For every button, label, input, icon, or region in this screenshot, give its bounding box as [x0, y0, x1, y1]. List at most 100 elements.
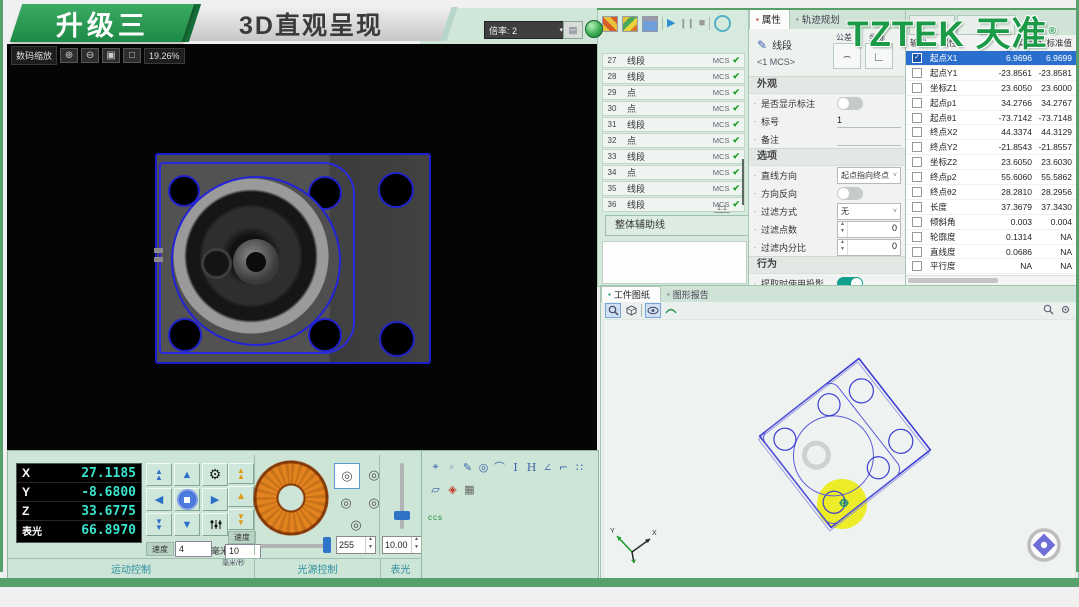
overall-auxiliary-line-button[interactable]: 整体辅助线 — [605, 215, 752, 236]
z-up-fast-button[interactable]: ▲▲ — [228, 463, 254, 484]
angle-tool-icon[interactable]: ∠ — [540, 459, 555, 475]
speed-input[interactable]: 4 — [175, 541, 212, 557]
result-row[interactable]: 终点X244.337444.3129 — [906, 125, 1078, 140]
result-row[interactable]: 终点θ228.281028.2956 — [906, 185, 1078, 200]
property-spinner[interactable]: ▲▼0 — [837, 221, 901, 238]
show-profile-icon[interactable] — [664, 304, 678, 317]
region-zoom-icon[interactable]: ▣ — [102, 48, 120, 63]
step-row[interactable]: 31线段MCS✔ — [602, 117, 745, 132]
tab-graphic-report[interactable]: ▪ 图形报告 — [661, 286, 719, 302]
jog-up-button[interactable]: ▲ — [174, 463, 200, 486]
cad-zoom-icon[interactable] — [1041, 303, 1055, 316]
open-program-icon[interactable] — [602, 16, 618, 32]
spin-down-icon[interactable]: ▼ — [366, 545, 375, 553]
property-select[interactable]: 无˅ — [837, 203, 901, 220]
coordinate-button[interactable]: ∟ — [865, 43, 893, 69]
magnification-select[interactable]: 倍率: 2 ▾ — [484, 21, 568, 39]
spin-down-icon[interactable]: ▼ — [412, 545, 421, 553]
light-intensity-slider[interactable] — [260, 544, 330, 548]
arc-tool-icon[interactable]: ⌒ — [492, 459, 507, 475]
result-row[interactable]: 终点p255.606055.5862 — [906, 170, 1078, 185]
results-tab[interactable] — [909, 15, 955, 35]
result-row[interactable]: 起点p134.276634.2767 — [906, 96, 1078, 111]
result-row[interactable]: 轮廓度0.1314NA — [906, 230, 1078, 245]
result-row[interactable]: 平行度NANA — [906, 259, 1078, 274]
tab-properties[interactable]: ▪ 属性 — [749, 8, 790, 29]
output-checkbox[interactable]: ✓ — [912, 53, 922, 63]
light-slider-handle[interactable] — [323, 537, 331, 553]
settings-gear-button[interactable]: ⚙ — [202, 463, 228, 486]
scrollbar-thumb[interactable] — [742, 159, 744, 205]
output-checkbox[interactable] — [912, 98, 922, 108]
csys-tool-icon[interactable]: ⌖ — [428, 459, 443, 475]
camera-status-orb-icon[interactable] — [585, 20, 603, 38]
edit-program-icon[interactable] — [622, 16, 638, 32]
point-tool-icon[interactable]: ◦ — [444, 459, 459, 475]
run-icon[interactable]: ▶ — [667, 18, 675, 29]
property-select[interactable]: 起点指向终点˅ — [837, 167, 901, 184]
height-measure-tool-icon[interactable]: I — [508, 459, 523, 475]
ring-light-zone-icon[interactable]: ◎ — [362, 463, 386, 487]
line-tool-icon[interactable]: ✎ — [460, 459, 475, 475]
output-checkbox[interactable] — [912, 217, 922, 227]
toggle-switch[interactable] — [837, 187, 863, 200]
output-checkbox[interactable] — [912, 247, 922, 257]
output-checkbox[interactable] — [912, 142, 922, 152]
spin-down-icon[interactable]: ▼ — [838, 229, 847, 237]
width-measure-tool-icon[interactable]: H — [524, 459, 539, 475]
step-row[interactable]: 33线段MCS✔ — [602, 149, 745, 164]
ring-light-diagram[interactable] — [252, 459, 330, 537]
z-up-button[interactable]: ▲ — [228, 486, 254, 507]
loop-icon[interactable] — [714, 15, 731, 32]
horizontal-scrollbar[interactable] — [906, 275, 1078, 285]
cad-settings-icon[interactable] — [1058, 303, 1072, 316]
surface-light-slider-handle[interactable] — [394, 511, 410, 520]
z-down-fast-button[interactable]: ▼▼ — [228, 509, 254, 530]
pause-icon[interactable]: ❙❙ — [679, 19, 694, 28]
tab-workpiece-drawing[interactable]: ▪ 工件图纸 — [601, 286, 661, 302]
step-row[interactable]: 27线段MCS✔ — [602, 53, 745, 68]
ring-light-zone-icon[interactable]: ◎ — [362, 491, 386, 515]
ring-light-zone-icon[interactable]: ◎ — [334, 463, 360, 489]
result-row[interactable]: 坐标Z223.605023.6030 — [906, 155, 1078, 170]
property-input[interactable]: 1 — [837, 114, 901, 128]
zoom-fit-icon[interactable] — [605, 303, 621, 318]
calculator-tool-icon[interactable]: ▦ — [462, 481, 477, 497]
jog-right-button[interactable]: ▶ — [202, 488, 228, 511]
result-row[interactable]: 起点Y1-23.8561-23.8581 — [906, 66, 1078, 81]
result-row[interactable]: 倾斜角0.0030.004 — [906, 215, 1078, 230]
column-header[interactable]: 输出 — [906, 37, 938, 49]
output-checkbox[interactable] — [912, 68, 922, 78]
surface-light-value[interactable]: 10.00 — [383, 537, 411, 553]
property-input[interactable] — [837, 132, 901, 146]
scrollbar-thumb[interactable] — [908, 278, 998, 283]
column-header[interactable]: 标准值 — [1044, 37, 1078, 49]
cad-canvas[interactable]: Y X — [603, 319, 1076, 579]
toggle-switch[interactable] — [837, 97, 863, 110]
result-row[interactable]: 起点θ1-73.7142-73.7148 — [906, 111, 1078, 126]
output-checkbox[interactable] — [912, 202, 922, 212]
output-checkbox[interactable] — [912, 113, 922, 123]
output-checkbox[interactable] — [912, 232, 922, 242]
jog-up-fast-button[interactable]: ▲▲ — [146, 463, 172, 486]
circle-tool-icon[interactable]: ◎ — [476, 459, 491, 475]
zoom-out-icon[interactable]: ⊖ — [81, 48, 99, 63]
jog-left-button[interactable]: ◀ — [146, 488, 172, 511]
plane-tool-icon[interactable]: ▱ — [428, 481, 443, 497]
save-icon[interactable] — [642, 16, 658, 32]
fillet-tool-icon[interactable]: ⌐ — [556, 459, 571, 475]
fit-view-icon[interactable]: □ — [123, 48, 141, 63]
light-intensity-spinbox[interactable]: 255 ▲▼ — [336, 536, 376, 554]
zoom-in-icon[interactable]: ⊕ — [60, 48, 78, 63]
step-row[interactable]: 30点MCS✔ — [602, 101, 745, 116]
result-row[interactable]: 长度37.367937.3430 — [906, 200, 1078, 215]
show-annotations-eye-icon[interactable] — [645, 303, 661, 318]
column-header[interactable]: 属性 — [938, 37, 992, 49]
output-checkbox[interactable] — [912, 127, 922, 137]
output-checkbox[interactable] — [912, 187, 922, 197]
step-row[interactable]: 32点MCS✔ — [602, 133, 745, 148]
joystick-settings-button[interactable] — [202, 513, 228, 536]
result-row[interactable]: 终点Y2-21.8543-21.8557 — [906, 140, 1078, 155]
results-tab[interactable] — [957, 15, 1015, 35]
jog-stop-button[interactable] — [174, 488, 200, 511]
